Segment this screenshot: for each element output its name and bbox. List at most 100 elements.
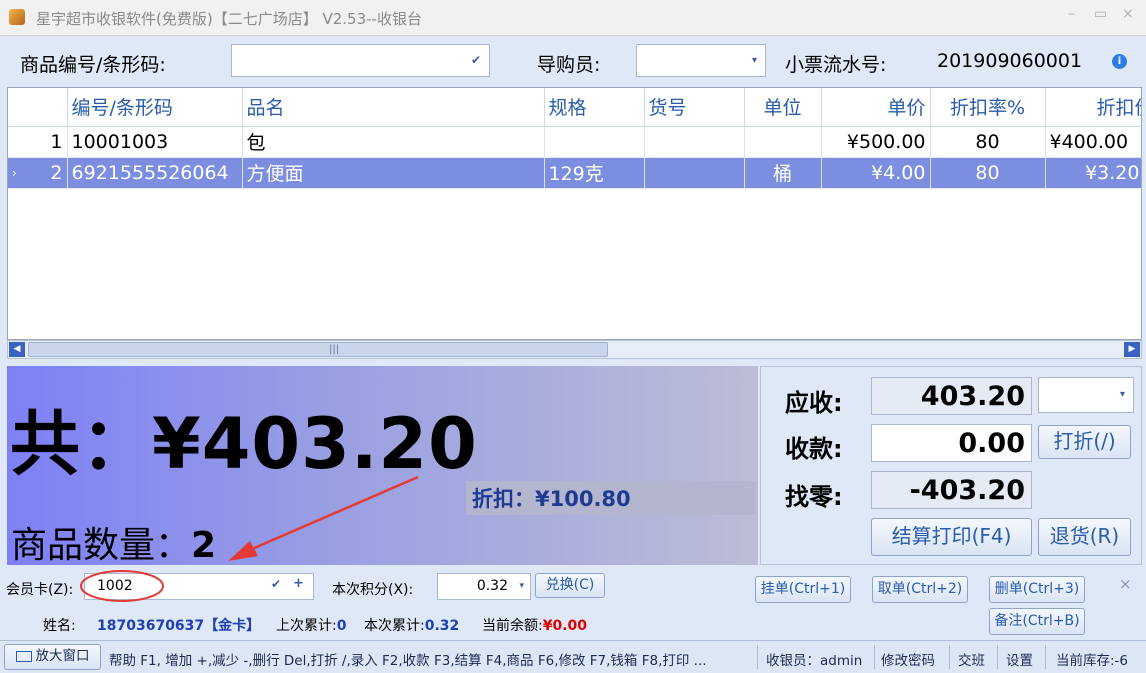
status-separator <box>949 645 950 669</box>
table-row-selected[interactable]: › 2 6921555526064 方便面 129克 桶 ¥4.00 80 ¥3.… <box>8 157 1141 189</box>
chevron-down-icon[interactable]: ▾ <box>519 581 524 591</box>
enlarge-window-button[interactable]: 放大窗口 <box>4 644 101 670</box>
col-header-name[interactable]: 品名 <box>242 88 545 127</box>
add-member-icon[interactable]: + <box>293 576 304 591</box>
col-header-rate[interactable]: 折扣率% <box>930 88 1046 127</box>
balance-value: ¥0.00 <box>542 618 588 634</box>
cell-rate[interactable]: 80 <box>930 126 1046 158</box>
status-separator <box>757 645 758 669</box>
grip-icon: ||| <box>329 344 340 355</box>
item-count-label: 商品数量： <box>11 525 192 565</box>
cell-unit[interactable] <box>744 126 822 158</box>
scroll-thumb[interactable]: ||| <box>28 342 608 357</box>
ticket-number: 201909060001 <box>937 50 1083 72</box>
cell-name[interactable]: 方便面 <box>242 157 545 189</box>
chevron-down-icon[interactable]: ▾ <box>1120 389 1125 400</box>
maximize-icon[interactable]: ▭ <box>1094 6 1107 22</box>
cell-code[interactable]: 6921555526064 <box>67 157 243 189</box>
status-separator <box>874 645 875 669</box>
cell-price[interactable]: ¥500.00 <box>821 126 931 158</box>
confirm-check-icon[interactable]: ✔ <box>271 577 281 591</box>
col-header-item-no[interactable]: 货号 <box>644 88 745 127</box>
info-icon[interactable]: i <box>1112 54 1127 69</box>
minimize-icon[interactable]: – <box>1068 6 1075 22</box>
cell-code[interactable]: 10001003 <box>67 126 243 158</box>
paid-input[interactable]: 0.00 <box>871 424 1032 462</box>
cell-unit[interactable]: 桶 <box>744 157 822 189</box>
due-amount: 403.20 <box>871 377 1032 415</box>
scroll-right-icon[interactable]: ▶ <box>1124 342 1140 357</box>
col-header-spec[interactable]: 规格 <box>544 88 645 127</box>
member-card-input[interactable]: 1002 ✔ + <box>84 573 314 600</box>
member-name-value: 18703670637【金卡】 <box>97 618 261 634</box>
hold-order-button[interactable]: 挂单(Ctrl+1) <box>755 576 851 603</box>
col-header-unit[interactable]: 单位 <box>744 88 822 127</box>
table-row[interactable]: 1 10001003 包 ¥500.00 80 ¥400.00 <box>8 126 1141 158</box>
points-input[interactable]: 0.32 ▾ <box>437 573 531 600</box>
note-button[interactable]: 备注(Ctrl+B) <box>989 608 1085 635</box>
checkout-print-button[interactable]: 结算打印(F4) <box>871 518 1032 556</box>
cell-price[interactable]: ¥4.00 <box>821 157 931 189</box>
cell-rate[interactable]: 80 <box>930 157 1046 189</box>
item-grid: 编号/条形码 品名 规格 货号 单位 单价 折扣率% 折扣价 1 1000100… <box>7 87 1142 340</box>
cell-item-no[interactable] <box>644 157 745 189</box>
col-header-disc-price[interactable]: 折扣价 <box>1045 88 1141 127</box>
change-password-link[interactable]: 修改密码 <box>881 649 935 669</box>
horizontal-scrollbar[interactable]: ◀ ||| ▶ <box>7 340 1142 359</box>
cell-item-no[interactable] <box>644 126 745 158</box>
cell-spec[interactable]: 129克 <box>544 157 645 189</box>
discount-button[interactable]: 打折(/) <box>1038 425 1131 459</box>
return-button[interactable]: 退货(R) <box>1038 518 1131 556</box>
status-separator <box>1045 645 1046 669</box>
enlarge-window-label: 放大窗口 <box>35 648 90 664</box>
last-total: 上次累计:0 <box>276 615 346 635</box>
cell-name[interactable]: 包 <box>242 126 545 158</box>
change-label: 找零: <box>785 483 843 511</box>
barcode-label: 商品编号/条形码: <box>20 54 166 76</box>
cell-disc-price[interactable]: ¥3.20 <box>1045 157 1141 189</box>
status-separator <box>997 645 998 669</box>
this-total-label: 本次累计: <box>364 618 425 634</box>
settings-link[interactable]: 设置 <box>1006 649 1033 669</box>
guide-select[interactable]: ▾ <box>636 44 766 77</box>
close-icon[interactable]: × <box>1122 6 1134 22</box>
window-icon <box>15 650 32 662</box>
row-index-value: 2 <box>50 161 63 184</box>
paid-label: 收款: <box>785 435 843 463</box>
retrieve-order-button[interactable]: 取单(Ctrl+2) <box>872 576 968 603</box>
barcode-input[interactable]: ✔ <box>231 44 490 77</box>
input-toolbar: 商品编号/条形码: ✔ 导购员: ▾ 小票流水号: 201909060001 i <box>0 36 1146 86</box>
member-close-icon[interactable]: × <box>1119 575 1132 593</box>
title-bar: 星宇超市收银软件(免费版)【二七广场店】 V2.53--收银台 – ▭ × <box>0 0 1146 36</box>
row-index: 1 <box>8 126 68 158</box>
last-total-value: 0 <box>336 618 347 634</box>
last-total-label: 上次累计: <box>276 618 337 634</box>
chevron-down-icon[interactable]: ✔ <box>471 53 481 67</box>
this-total: 本次累计:0.32 <box>364 615 459 635</box>
window-title: 星宇超市收银软件(免费版)【二七广场店】 V2.53--收银台 <box>36 10 422 28</box>
app-logo-icon <box>9 9 25 25</box>
member-card-label: 会员卡(Z): <box>6 582 74 598</box>
discount-amount: 折扣：¥100.80 <box>466 481 756 515</box>
total-amount: 共：¥403.20 <box>10 403 478 485</box>
col-header-price[interactable]: 单价 <box>821 88 931 127</box>
cell-spec[interactable] <box>544 126 645 158</box>
delete-order-button[interactable]: 删单(Ctrl+3) <box>989 576 1085 603</box>
row-pointer-icon: › <box>12 165 17 180</box>
shift-change-link[interactable]: 交班 <box>958 649 985 669</box>
balance: 当前余额:¥0.00 <box>482 615 587 635</box>
chevron-down-icon[interactable]: ▾ <box>752 55 757 66</box>
member-card-value: 1002 <box>97 578 133 594</box>
col-header-code[interactable]: 编号/条形码 <box>67 88 243 127</box>
item-count-value: 2 <box>191 525 217 565</box>
payment-method-select[interactable]: ▾ <box>1038 377 1134 413</box>
cell-disc-price[interactable]: ¥400.00 <box>1045 126 1141 158</box>
exchange-button[interactable]: 兑换(C) <box>535 573 605 598</box>
scroll-left-icon[interactable]: ◀ <box>9 342 25 357</box>
item-count: 商品数量：2 <box>11 516 216 565</box>
grid-header: 编号/条形码 品名 规格 货号 单位 单价 折扣率% 折扣价 <box>8 88 1141 127</box>
cashier-info: 收银员：admin <box>766 653 863 669</box>
total-panel: 共：¥403.20 折扣：¥100.80 商品数量：2 <box>7 366 758 565</box>
payment-panel: 应收: 403.20 ▾ 收款: 0.00 打折(/) 找零: -403.20 … <box>760 366 1142 565</box>
member-panel: 会员卡(Z): 1002 ✔ + 本次积分(X): 0.32 ▾ 兑换(C) 姓… <box>0 567 1146 640</box>
